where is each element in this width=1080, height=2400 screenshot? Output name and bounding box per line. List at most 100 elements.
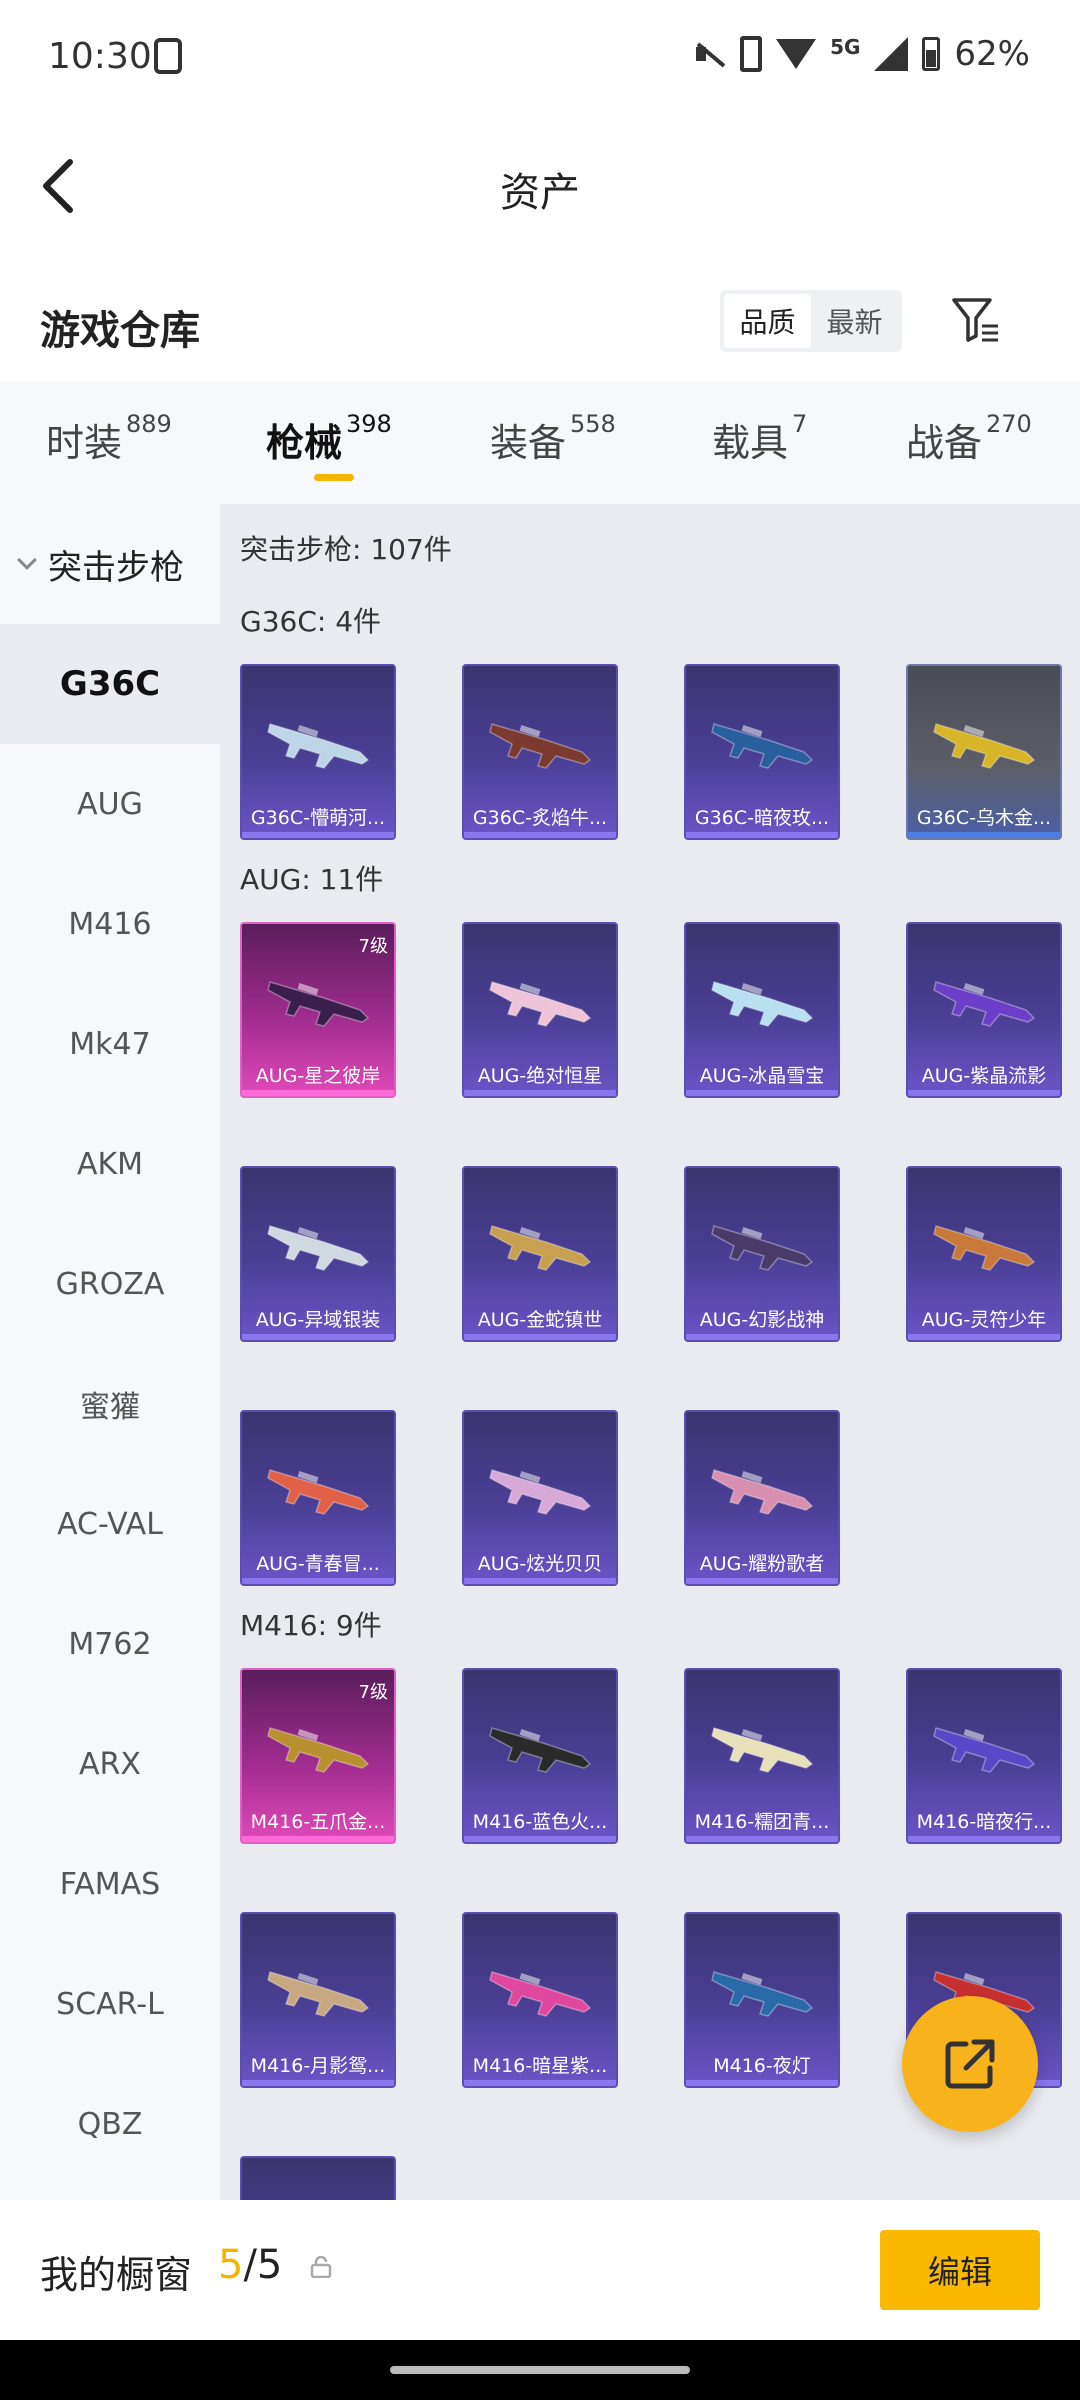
skin-card[interactable]: M416-蓝色火...: [462, 1668, 618, 1844]
sidebar-item-mk47[interactable]: Mk47: [0, 984, 220, 1104]
skin-card[interactable]: AUG-青春冒...: [240, 1410, 396, 1586]
rarity-strip: [242, 1836, 394, 1842]
skin-card[interactable]: AUG-异域银装: [240, 1166, 396, 1342]
network-label: 5G: [830, 35, 861, 59]
tab-label: 装备: [490, 421, 567, 465]
gun-skin-icon: [933, 723, 1036, 769]
gun-skin-icon: [489, 981, 592, 1027]
skin-card[interactable]: AUG-灵符少年: [906, 1166, 1062, 1342]
sidebar-item-groza[interactable]: GROZA: [0, 1224, 220, 1344]
tab-firearms[interactable]: 枪械 398: [266, 410, 392, 467]
sidebar-item-akm[interactable]: AKM: [0, 1104, 220, 1224]
skin-card[interactable]: M416-夜灯: [684, 1912, 840, 2088]
skin-card[interactable]: 7级 M416-五爪金...: [240, 1668, 396, 1844]
rarity-strip: [686, 1836, 838, 1842]
skin-card[interactable]: M416-糯团青...: [684, 1668, 840, 1844]
tab-fashion[interactable]: 时装 889: [46, 410, 172, 467]
sort-quality-button[interactable]: 品质: [724, 294, 811, 348]
rarity-strip: [908, 832, 1060, 838]
skin-card[interactable]: M416-月影鸳...: [240, 1912, 396, 2088]
wifi-icon: [776, 39, 817, 69]
skin-name: G36C-懵萌河...: [250, 807, 386, 829]
gun-skin-icon: [489, 723, 592, 769]
skin-name: AUG-金蛇镇世: [477, 1309, 603, 1331]
gun-skin-icon: [489, 1971, 592, 2017]
skin-name: M416-蓝色火...: [472, 1811, 608, 1833]
skin-card[interactable]: AUG-炫光贝贝: [462, 1410, 618, 1586]
skin-card[interactable]: AUG-金蛇镇世: [462, 1166, 618, 1342]
gun-skin-icon: [933, 1225, 1036, 1271]
gun-skin-icon: [711, 723, 814, 769]
active-tab-indicator: [314, 474, 354, 481]
rarity-strip: [464, 1090, 616, 1096]
skin-card[interactable]: G36C-懵萌河...: [240, 664, 396, 840]
tab-count: 270: [986, 410, 1032, 438]
skin-name: M416-五爪金...: [250, 1811, 386, 1833]
level-badge: 7级: [358, 936, 388, 957]
rarity-strip: [464, 1578, 616, 1584]
skin-card[interactable]: AUG-紫晶流影: [906, 922, 1062, 1098]
sidebar-item-famas[interactable]: FAMAS: [0, 1824, 220, 1944]
status-icons: 5G 62%: [692, 34, 1030, 74]
showcase-bar: 我的橱窗 5/5 编辑: [0, 2200, 1080, 2340]
page-title: 资产: [500, 170, 580, 216]
sidebar-item-ac-val[interactable]: AC-VAL: [0, 1464, 220, 1584]
gun-skin-icon: [711, 981, 814, 1027]
system-nav-bar: [0, 2340, 1080, 2400]
sidebar-item-scar-l[interactable]: SCAR-L: [0, 1944, 220, 2064]
rarity-strip: [686, 832, 838, 838]
share-button[interactable]: [902, 1996, 1038, 2132]
skin-card[interactable]: [240, 2156, 396, 2200]
gun-skin-icon: [933, 1727, 1036, 1773]
sidebar-item-honey-badger[interactable]: 蜜獾: [0, 1344, 220, 1464]
skin-card[interactable]: M416-暗夜行...: [906, 1668, 1062, 1844]
rarity-strip: [242, 2080, 394, 2086]
rarity-strip: [686, 1578, 838, 1584]
home-indicator[interactable]: [390, 2366, 690, 2374]
sidebar-category-label: 突击步枪: [48, 547, 184, 588]
skin-card[interactable]: M416-暗星紫...: [462, 1912, 618, 2088]
skin-card[interactable]: AUG-绝对恒星: [462, 922, 618, 1098]
skin-card[interactable]: G36C-炙焰牛...: [462, 664, 618, 840]
skin-name: AUG-炫光贝贝: [477, 1553, 603, 1575]
skin-grid: 突击步枪: 107件 G36C: 4件 G36C-懵萌河... G36C-炙焰牛..…: [220, 504, 1080, 2200]
status-bar: 10:30 5G 62%: [0, 0, 1080, 115]
rarity-strip: [908, 1090, 1060, 1096]
sidebar-item-qbz[interactable]: QBZ: [0, 2064, 220, 2184]
skin-name: AUG-耀粉歌者: [699, 1553, 825, 1575]
showcase-current: 5: [218, 2242, 244, 2288]
sidebar-item-arx[interactable]: ARX: [0, 1704, 220, 1824]
skin-card[interactable]: 7级 AUG-星之彼岸: [240, 922, 396, 1098]
category-tabs: 时装 889 枪械 398 装备 558 载具 7 战备 270: [0, 382, 1080, 504]
skin-card[interactable]: AUG-耀粉歌者: [684, 1410, 840, 1586]
group-label: M416: 9件: [240, 1609, 382, 1642]
sidebar-category-header[interactable]: 突击步枪: [0, 504, 220, 624]
tab-vehicles[interactable]: 载具 7: [712, 410, 807, 467]
gun-skin-icon: [267, 1469, 370, 1515]
tab-equipment[interactable]: 装备 558: [490, 410, 616, 467]
share-icon: [945, 2039, 995, 2089]
skin-card[interactable]: AUG-幻影战神: [684, 1166, 840, 1342]
rarity-strip: [686, 1334, 838, 1340]
sidebar-item-m762[interactable]: M762: [0, 1584, 220, 1704]
tab-count: 398: [346, 410, 392, 438]
sidebar-item-aug[interactable]: AUG: [0, 744, 220, 864]
rarity-strip: [686, 1090, 838, 1096]
sidebar-item-g36c[interactable]: G36C: [0, 624, 220, 744]
gun-skin-icon: [711, 1225, 814, 1271]
edit-button[interactable]: 编辑: [880, 2230, 1040, 2310]
tab-supplies[interactable]: 战备 270: [906, 410, 1032, 467]
skin-name: M416-夜灯: [713, 2055, 811, 2077]
rarity-strip: [464, 2080, 616, 2086]
skin-card[interactable]: G36C-暗夜玫...: [684, 664, 840, 840]
sort-latest-button[interactable]: 最新: [811, 294, 898, 348]
skin-card[interactable]: AUG-冰晶雪宝: [684, 922, 840, 1098]
section-title: 游戏仓库: [40, 308, 200, 354]
sidebar-item-m416[interactable]: M416: [0, 864, 220, 984]
skin-name: AUG-青春冒...: [256, 1553, 380, 1575]
rarity-strip: [464, 1836, 616, 1842]
gun-skin-icon: [489, 1225, 592, 1271]
gun-skin-icon: [267, 981, 370, 1027]
skin-card[interactable]: G36C-乌木金...: [906, 664, 1062, 840]
filter-icon[interactable]: [950, 296, 1002, 344]
